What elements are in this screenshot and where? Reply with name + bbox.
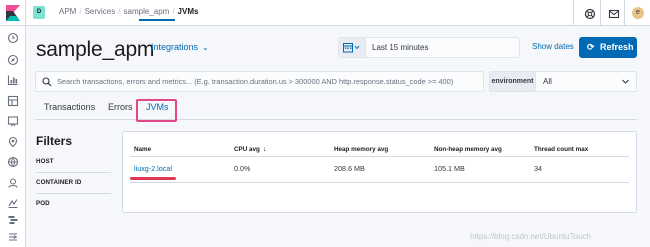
tab-transactions[interactable]: Transactions: [44, 102, 95, 112]
dashboard-icon[interactable]: [7, 95, 19, 107]
environment-label: environment: [489, 71, 536, 92]
help-icon[interactable]: [584, 7, 596, 20]
selected-tab-indicator: [139, 19, 175, 21]
filter-container-id[interactable]: CONTAINER ID: [36, 179, 81, 186]
column-header-label: CPU avg: [234, 146, 260, 153]
uptime-icon[interactable]: [7, 197, 19, 209]
canvas-icon[interactable]: [7, 115, 19, 127]
infrastructure-icon[interactable]: [7, 156, 19, 168]
integrations-label: Integrations: [151, 42, 199, 52]
chevron-down-icon: [622, 79, 629, 84]
newsfeed-icon[interactable]: [608, 7, 620, 19]
quick-select-button[interactable]: [339, 38, 366, 57]
apm-icon[interactable]: [7, 214, 19, 226]
jvm-name-link[interactable]: liuxg-2.local: [134, 164, 172, 173]
search-placeholder: Search transactions, errors and metrics.…: [57, 77, 454, 86]
discover-icon[interactable]: [7, 54, 19, 66]
visualize-icon[interactable]: [7, 74, 19, 86]
column-header-thread-count[interactable]: Thread count max: [534, 146, 588, 153]
divider: [36, 193, 111, 194]
breadcrumb-service[interactable]: sample_apm: [124, 7, 170, 16]
column-header-non-heap-memory[interactable]: Non-heap memory avg: [434, 146, 502, 153]
chevron-down-icon: ⌄: [202, 43, 209, 52]
kibana-icon: [6, 5, 20, 21]
filters-title: Filters: [36, 134, 73, 148]
environment-select[interactable]: All: [536, 71, 637, 92]
search-icon: [42, 77, 52, 87]
divider: [36, 172, 111, 173]
filter-pod[interactable]: POD: [36, 200, 50, 207]
maps-icon[interactable]: [7, 136, 19, 148]
column-header-cpu-avg[interactable]: CPU avg ↓: [234, 146, 266, 153]
refresh-button[interactable]: ⟳ Refresh: [579, 37, 637, 58]
integrations-menu[interactable]: Integrations ⌄: [151, 42, 209, 52]
annotation-highlight-box: [136, 99, 177, 122]
sort-down-icon: ↓: [262, 146, 267, 153]
top-header: D APM / Services / sample_apm / JVMs e: [0, 0, 650, 26]
breadcrumb-services[interactable]: Services: [85, 7, 116, 16]
breadcrumb-current: JVMs: [177, 7, 199, 16]
date-picker[interactable]: Last 15 minutes: [338, 37, 520, 58]
expand-nav-icon[interactable]: [7, 231, 19, 243]
breadcrumb-apm[interactable]: APM: [59, 7, 76, 16]
environment-value: All: [543, 77, 552, 86]
kibana-logo[interactable]: [0, 0, 26, 26]
annotation-underline: [130, 177, 176, 180]
filter-host[interactable]: HOST: [36, 158, 54, 165]
heap-memory-cell: 208.6 MB: [334, 164, 365, 173]
cpu-avg-cell: 0.0%: [234, 164, 251, 173]
user-avatar[interactable]: e: [632, 7, 644, 19]
non-heap-memory-cell: 105.1 MB: [434, 164, 465, 173]
jvms-table-panel: [122, 131, 637, 213]
row-divider: [130, 182, 629, 183]
page-title: sample_apm: [36, 38, 155, 61]
logs-icon[interactable]: [7, 177, 19, 189]
recent-icon[interactable]: [7, 32, 19, 44]
show-dates-button[interactable]: Show dates: [532, 42, 574, 51]
side-nav: [0, 26, 26, 247]
column-header-name[interactable]: Name: [134, 146, 151, 153]
watermark: https://blog.csdn.net/UbuntuTouch: [470, 232, 591, 241]
refresh-icon: ⟳: [587, 42, 595, 52]
refresh-label: Refresh: [600, 42, 634, 52]
tab-errors[interactable]: Errors: [108, 102, 133, 112]
time-range-label[interactable]: Last 15 minutes: [372, 43, 428, 52]
tab-bar: Transactions Errors JVMs: [35, 97, 637, 120]
column-header-heap-memory[interactable]: Heap memory avg: [334, 146, 388, 153]
search-input[interactable]: Search transactions, errors and metrics.…: [35, 71, 484, 92]
calendar-icon: [343, 43, 360, 53]
breadcrumb: APM / Services / sample_apm / JVMs: [59, 7, 199, 16]
space-avatar[interactable]: D: [33, 6, 45, 19]
thread-count-cell: 34: [534, 164, 542, 173]
header-divider: [130, 156, 629, 157]
